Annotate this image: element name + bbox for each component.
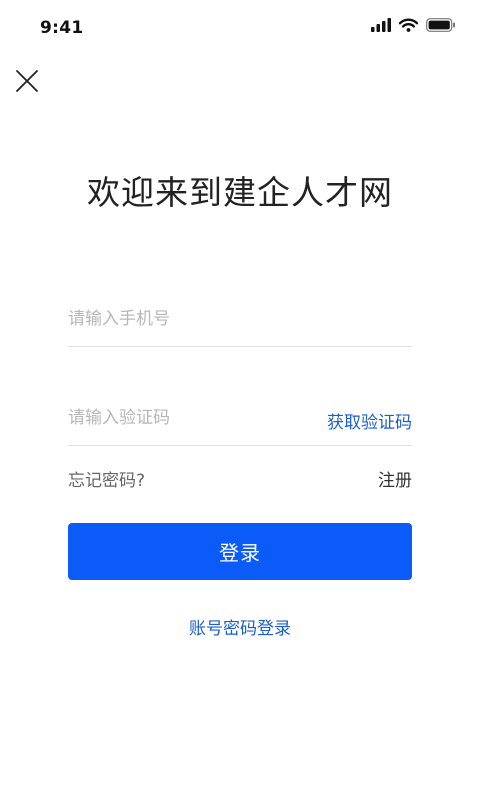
phone-field (68, 296, 412, 347)
status-icons (371, 18, 456, 32)
get-code-button[interactable]: 获取验证码 (327, 408, 412, 433)
auxiliary-links-row: 忘记密码? 注册 (68, 466, 412, 492)
close-button[interactable] (10, 66, 44, 100)
close-icon (15, 69, 39, 97)
status-time: 9:41 (40, 18, 84, 38)
wifi-icon (399, 18, 418, 32)
verification-code-input[interactable] (68, 401, 308, 435)
page-title: 欢迎来到建企人才网 (87, 173, 393, 212)
login-button[interactable]: 登录 (68, 523, 412, 580)
register-link[interactable]: 注册 (378, 466, 412, 491)
verification-code-field: 获取验证码 (68, 395, 412, 446)
forgot-password-link[interactable]: 忘记密码? (68, 466, 145, 491)
battery-icon (426, 18, 456, 32)
phone-input[interactable] (68, 302, 308, 336)
cellular-signal-icon (371, 18, 391, 32)
status-bar: 9:41 (0, 0, 480, 56)
password-login-link[interactable]: 账号密码登录 (0, 614, 480, 639)
